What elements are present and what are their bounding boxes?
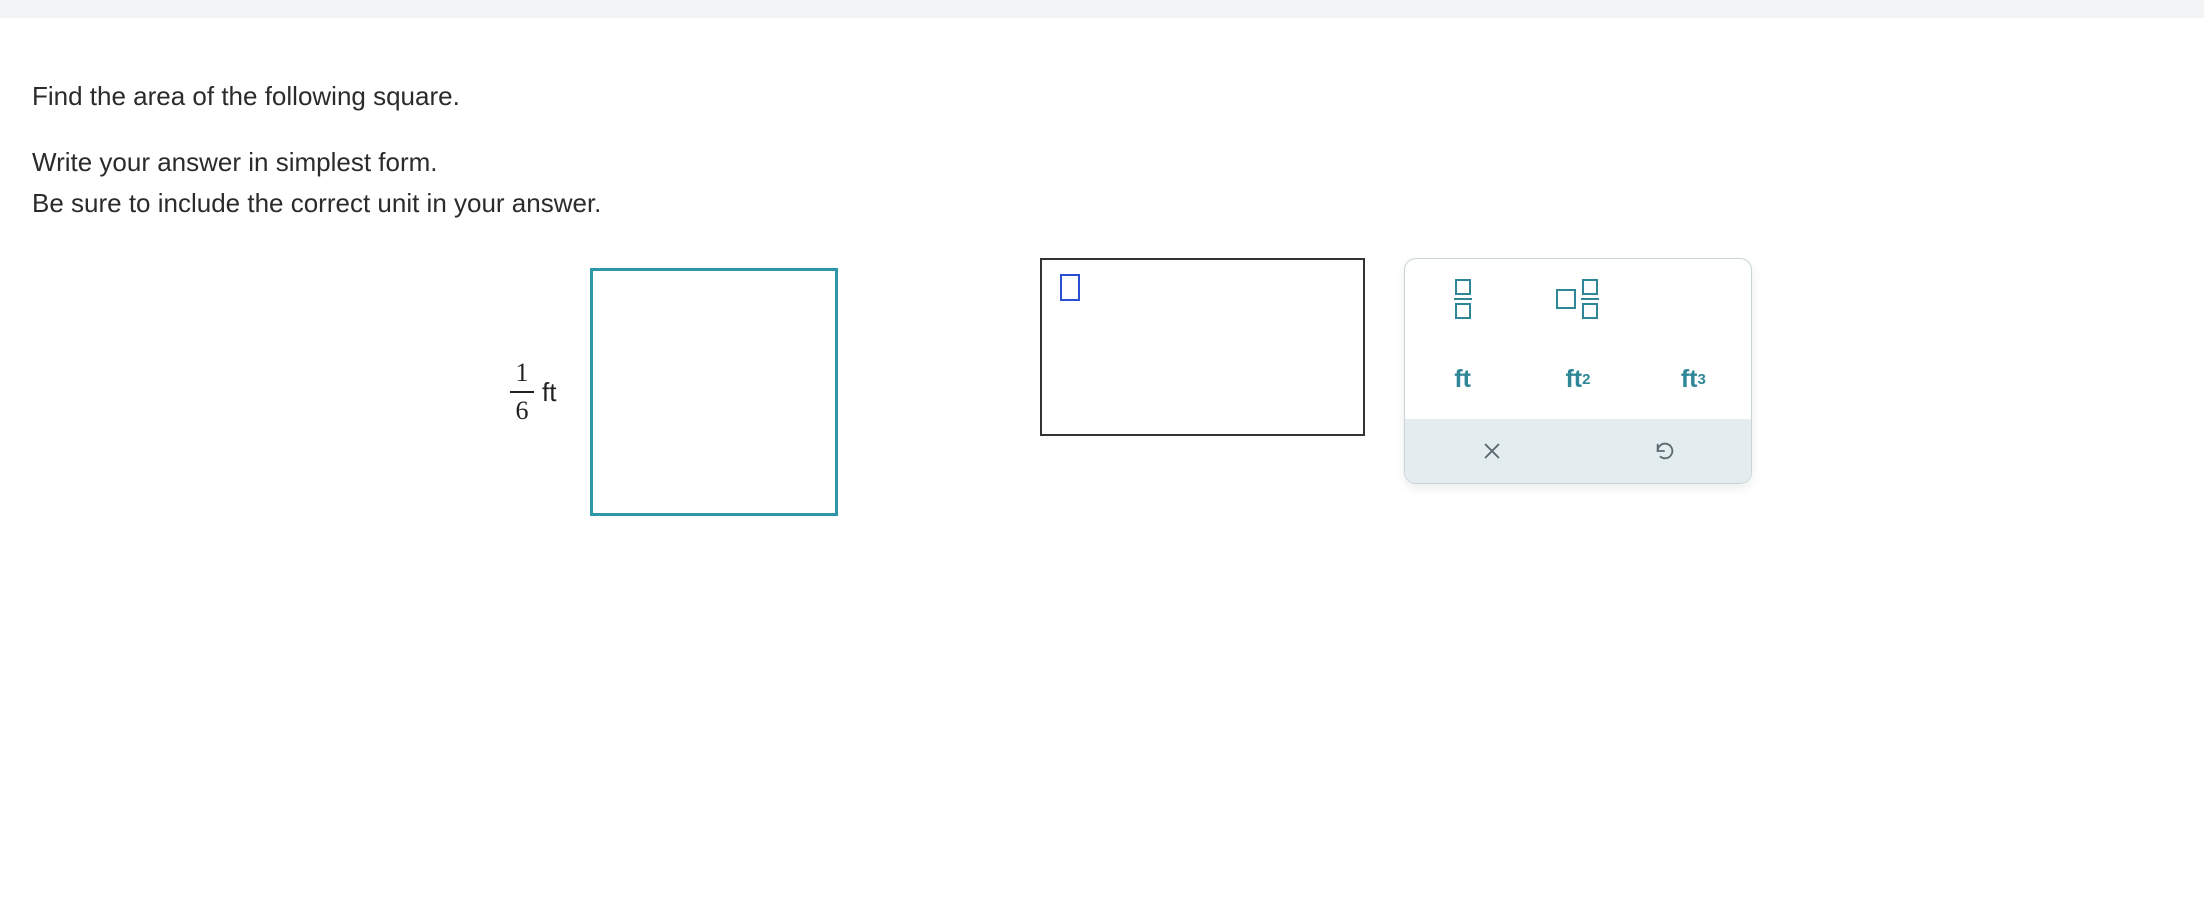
question-text: Find the area of the following square. W…: [32, 78, 2172, 223]
math-toolbox: ft ft2 ft3: [1404, 258, 1752, 484]
unit-ft3-button[interactable]: ft3: [1681, 365, 1706, 394]
close-icon: [1481, 440, 1503, 462]
unit-ft2-button[interactable]: ft2: [1565, 365, 1590, 394]
side-fraction: 1 6: [510, 358, 534, 426]
side-unit: ft: [542, 377, 556, 408]
undo-icon: [1654, 440, 1676, 462]
unit-ft2-base: ft: [1565, 365, 1582, 394]
square-shape: [590, 268, 838, 516]
unit-ft3-sup: 3: [1697, 371, 1705, 388]
unit-ft-label: ft: [1454, 365, 1471, 394]
question-line2: Write your answer in simplest form.: [32, 144, 2172, 182]
unit-ft-button[interactable]: ft: [1454, 365, 1471, 394]
clear-button[interactable]: [1405, 419, 1578, 483]
side-length-label: 1 6 ft: [510, 358, 556, 426]
mixed-fraction-template-button[interactable]: [1556, 279, 1599, 320]
undo-button[interactable]: [1578, 419, 1751, 483]
mixed-fraction-template-icon: [1556, 279, 1599, 320]
top-bar: [0, 0, 2204, 18]
question-line3: Be sure to include the correct unit in y…: [32, 185, 2172, 223]
square-diagram: 1 6 ft: [590, 268, 838, 516]
unit-ft3-base: ft: [1681, 365, 1698, 394]
answer-placeholder-icon: [1060, 274, 1080, 301]
unit-ft2-sup: 2: [1582, 371, 1590, 388]
answer-input-box[interactable]: [1040, 258, 1365, 436]
fraction-bar: [510, 391, 534, 393]
side-denominator: 6: [514, 396, 531, 426]
side-numerator: 1: [514, 358, 531, 388]
fraction-template-icon: [1454, 279, 1472, 320]
question-line1: Find the area of the following square.: [32, 78, 2172, 116]
fraction-template-button[interactable]: [1454, 279, 1472, 320]
question-content: Find the area of the following square. W…: [0, 18, 2204, 223]
